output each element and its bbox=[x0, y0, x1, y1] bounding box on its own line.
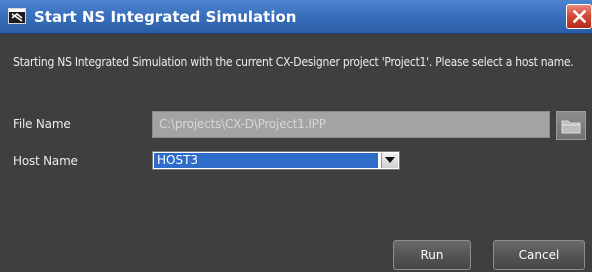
close-button[interactable] bbox=[566, 4, 592, 29]
file-name-field: C:\projects\CX-D\Project1.IPP bbox=[152, 111, 550, 138]
chevron-down-icon bbox=[385, 157, 395, 163]
file-name-label: File Name bbox=[13, 117, 71, 131]
browse-button[interactable] bbox=[556, 111, 586, 140]
dialog-title: Start NS Integrated Simulation bbox=[34, 8, 297, 26]
simulation-window-icon bbox=[8, 8, 26, 24]
run-button[interactable]: Run bbox=[393, 240, 471, 270]
start-ns-simulation-dialog: Start NS Integrated Simulation Starting … bbox=[0, 0, 592, 272]
title-bar[interactable]: Start NS Integrated Simulation bbox=[0, 0, 592, 34]
host-name-dropdown[interactable]: HOST3 bbox=[152, 151, 400, 170]
instruction-message: Starting NS Integrated Simulation with t… bbox=[13, 55, 574, 69]
cancel-button[interactable]: Cancel bbox=[493, 240, 585, 270]
folder-icon bbox=[561, 120, 581, 134]
dropdown-toggle[interactable] bbox=[381, 153, 398, 168]
host-name-label: Host Name bbox=[13, 154, 78, 168]
host-name-selected-value: HOST3 bbox=[154, 153, 378, 168]
close-icon bbox=[573, 10, 586, 23]
